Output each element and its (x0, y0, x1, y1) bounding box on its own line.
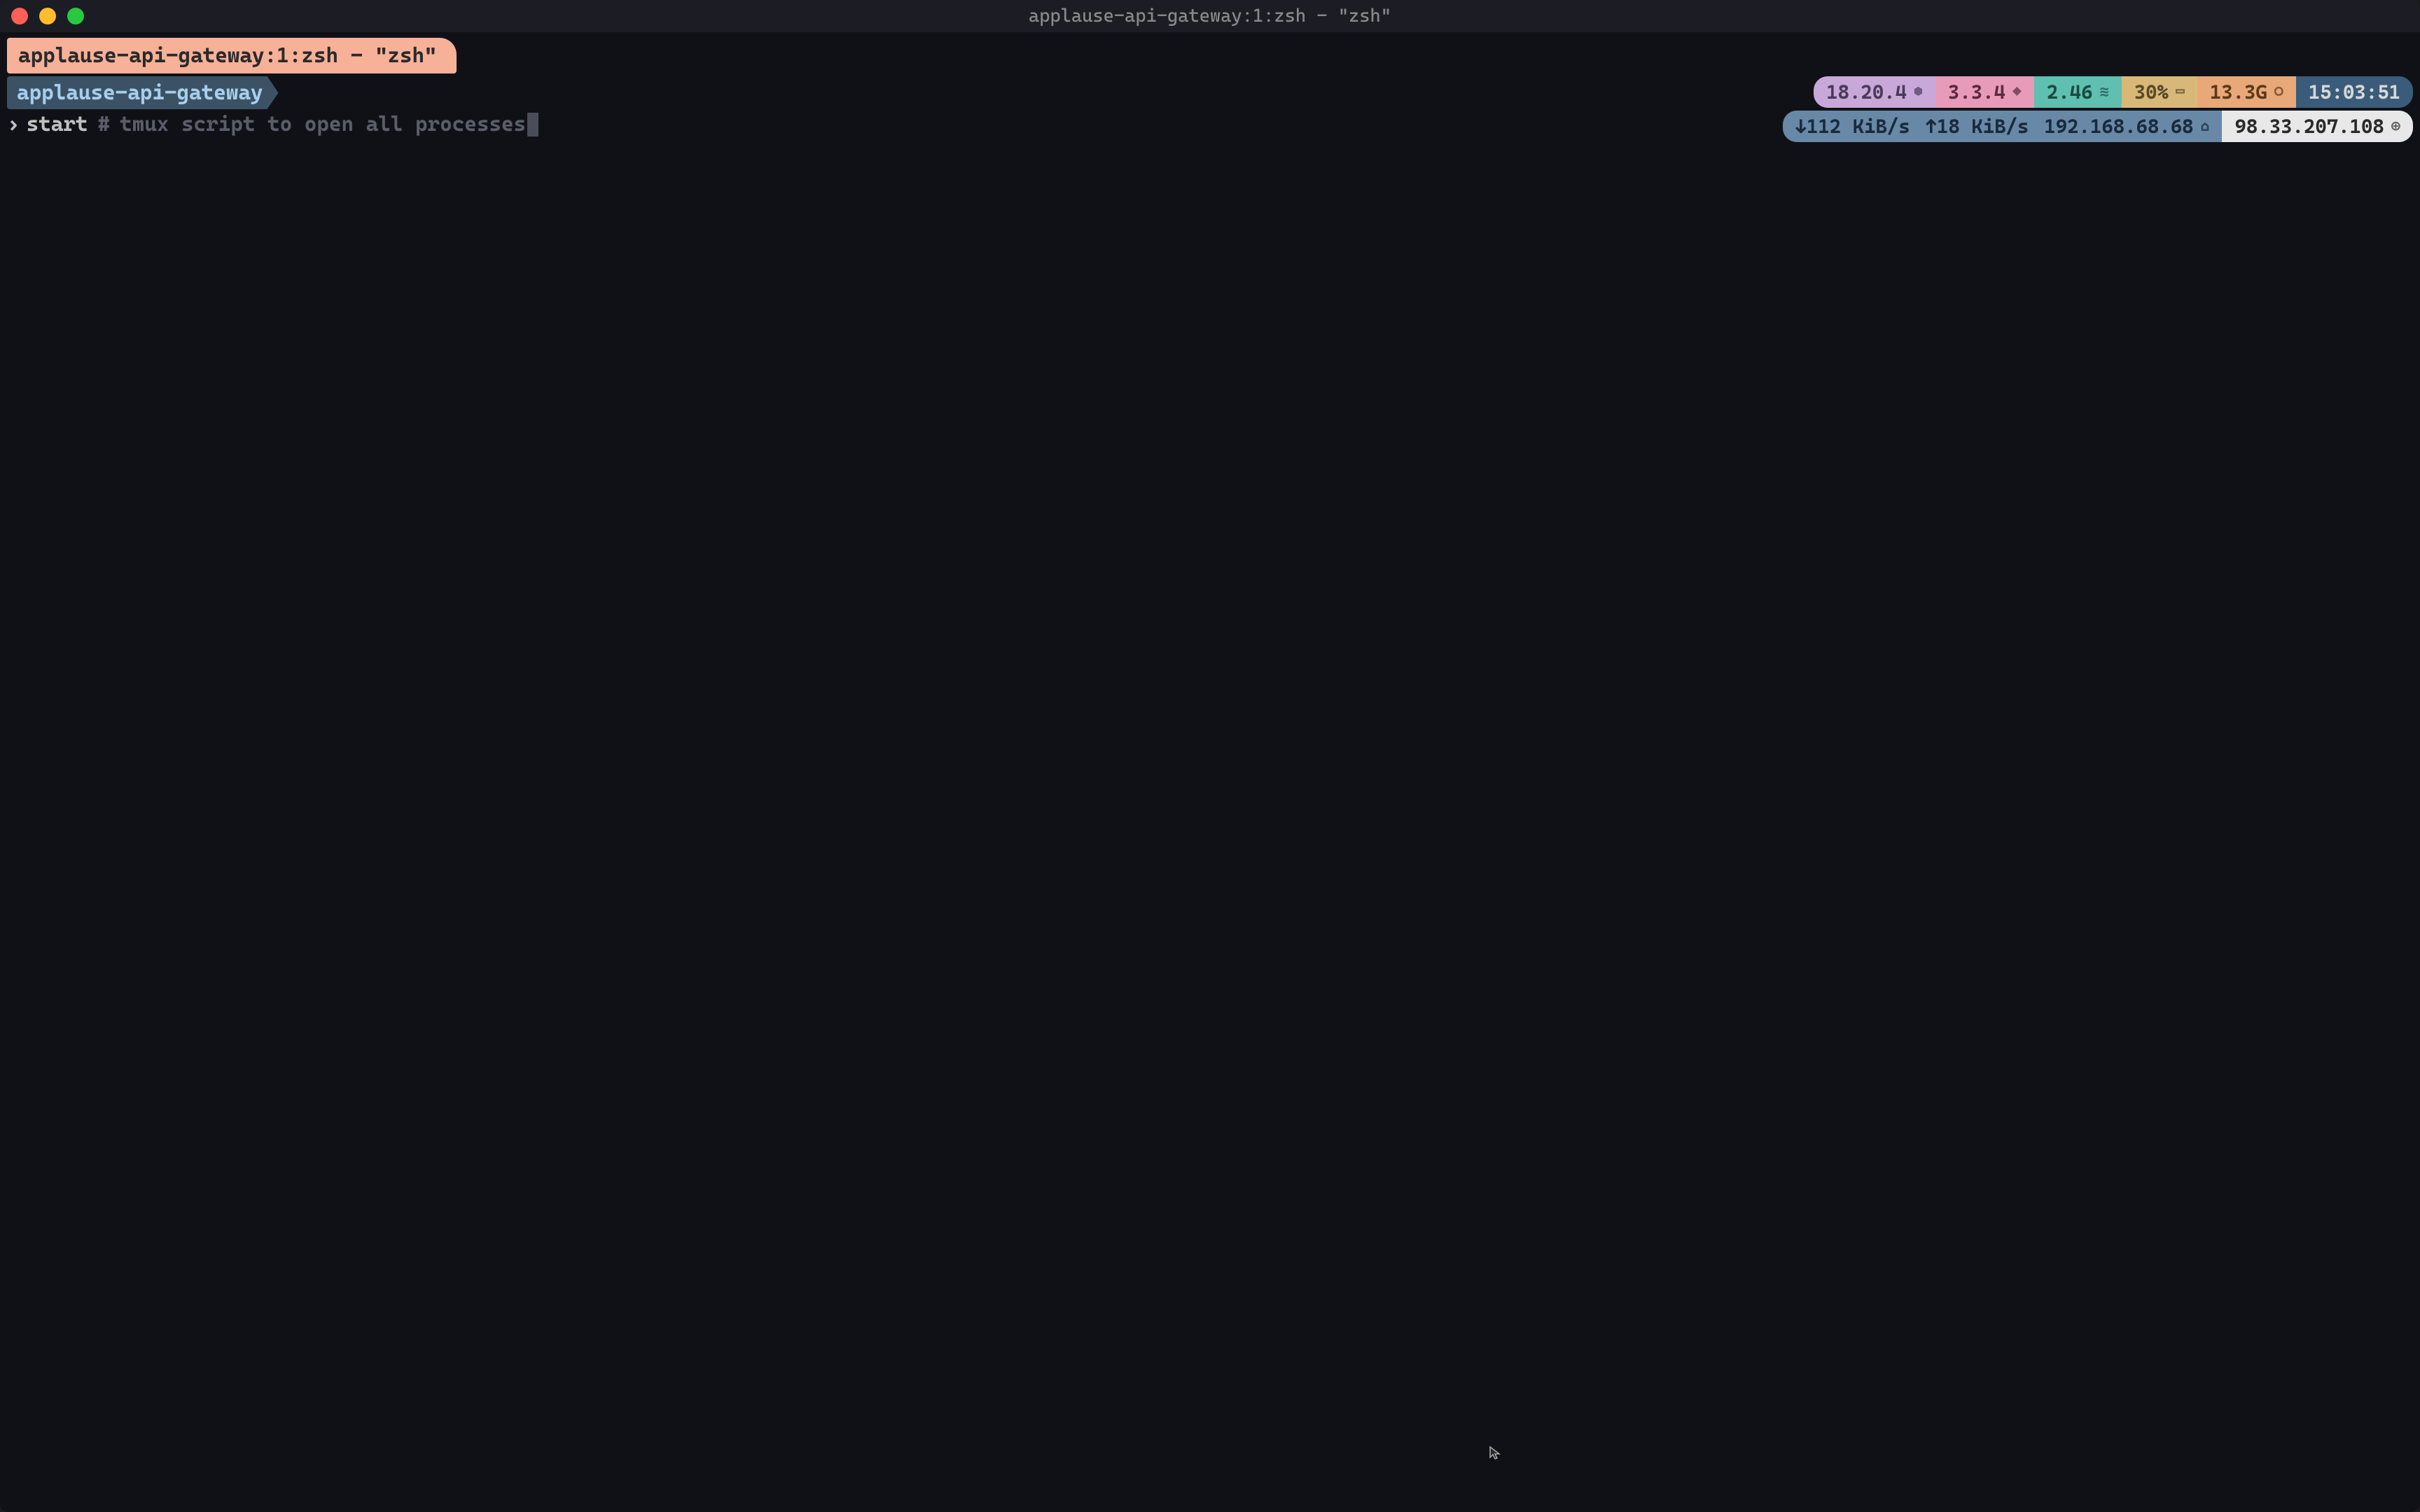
stat-time: 15:03:51 (2296, 76, 2413, 108)
command-text: start (27, 111, 88, 138)
stat-network: ↓112 KiB/s ↑18 KiB/s 192.168.68.68 ⌂ (1783, 111, 2223, 142)
local-ip-value: 192.168.68.68 (2044, 115, 2193, 138)
close-button[interactable] (11, 8, 28, 24)
load-value: 2.46 (2047, 80, 2093, 104)
load-icon: ≋ (2099, 83, 2108, 101)
prompt-branch-segment: master (267, 76, 382, 109)
cpu-icon: ▭ (2176, 83, 2185, 101)
tab-active[interactable]: applause-api-gateway:1:zsh - "zsh" (7, 38, 457, 74)
status-right: 18.20.4 ⬢ 3.3.4 ◆ 2.46 ≋ 30% ▭ 13.3G ◯ (1783, 76, 2413, 142)
node-icon: ⬢ (1914, 83, 1923, 101)
mem-value: 13.3G (2210, 80, 2267, 104)
net-down-value: ↓112 KiB/s (1795, 115, 1910, 138)
stat-node: 18.20.4 ⬢ (1814, 76, 1935, 108)
net-up-value: ↑18 KiB/s (1926, 115, 2029, 138)
minimize-button[interactable] (39, 8, 56, 24)
stat-load: 2.46 ≋ (2034, 76, 2122, 108)
branch-label: master (287, 80, 361, 105)
public-ip-value: 98.33.207.108 (2234, 115, 2384, 138)
prompt-symbol: › (7, 111, 20, 138)
home-icon: ⌂ (2201, 118, 2210, 135)
time-value: 15:03:51 (2309, 80, 2400, 104)
tab-bar: applause-api-gateway:1:zsh - "zsh" (0, 32, 2420, 74)
stat-public-ip: 98.33.207.108 ⊕ (2222, 111, 2413, 142)
comment-text: tmux script to open all processes (120, 111, 526, 138)
prompt-path-segment: applause-api-gateway (7, 76, 279, 109)
path-label: applause-api-gateway (17, 80, 263, 105)
ruby-icon: ◆ (2012, 83, 2022, 101)
prompt-segments: applause-api-gateway master (7, 76, 538, 109)
traffic-lights (11, 8, 84, 24)
prompt-section: applause-api-gateway master › start # tm… (7, 76, 538, 138)
stat-mem: 13.3G ◯ (2197, 76, 2296, 108)
mem-icon: ◯ (2274, 83, 2283, 101)
window-title: applause-api-gateway:1:zsh - "zsh" (1029, 6, 1391, 27)
tab-label: applause-api-gateway:1:zsh - "zsh" (18, 43, 437, 68)
globe-icon: ⊕ (2391, 118, 2400, 135)
terminal-window: applause-api-gateway:1:zsh - "zsh" appla… (0, 0, 2420, 1512)
ruby-value: 3.3.4 (1948, 80, 2005, 104)
main-row: applause-api-gateway master › start # tm… (0, 74, 2420, 142)
command-line[interactable]: › start # tmux script to open all proces… (7, 111, 538, 138)
status-top-row: 18.20.4 ⬢ 3.3.4 ◆ 2.46 ≋ 30% ▭ 13.3G ◯ (1814, 76, 2413, 108)
mouse-cursor (1487, 1445, 1504, 1462)
maximize-button[interactable] (67, 8, 84, 24)
node-value: 18.20.4 (1826, 80, 1907, 104)
comment-hash: # (97, 111, 110, 138)
status-bottom-row: ↓112 KiB/s ↑18 KiB/s 192.168.68.68 ⌂ 98.… (1783, 111, 2413, 142)
titlebar: applause-api-gateway:1:zsh - "zsh" (0, 0, 2420, 32)
cpu-value: 30% (2134, 80, 2169, 104)
stat-cpu: 30% ▭ (2122, 76, 2197, 108)
cursor (527, 113, 538, 136)
stat-ruby: 3.3.4 ◆ (1935, 76, 2034, 108)
